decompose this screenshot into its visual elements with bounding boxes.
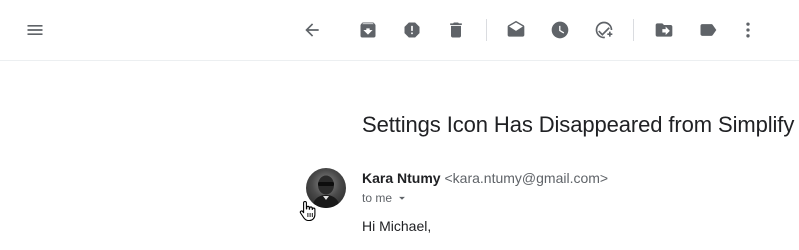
recipient-label: to me — [362, 191, 393, 205]
back-arrow-icon — [305, 23, 319, 37]
mark-unread-button[interactable] — [500, 14, 532, 46]
sender-name[interactable]: Kara Ntumy — [362, 170, 441, 186]
labels-icon — [700, 24, 717, 36]
snooze-icon — [551, 21, 569, 39]
mark-unread-icon — [507, 20, 525, 37]
add-to-tasks-button[interactable] — [588, 14, 620, 46]
recipient-details-toggle[interactable]: to me — [362, 191, 409, 205]
move-to-button[interactable] — [648, 14, 680, 46]
more-options-button[interactable] — [732, 14, 764, 46]
hand-pointer-cursor-icon — [299, 200, 316, 222]
sender-email: <kara.ntumy@gmail.com> — [444, 170, 609, 186]
move-to-icon — [655, 23, 673, 37]
back-button[interactable] — [296, 14, 328, 46]
labels-button[interactable] — [692, 14, 724, 46]
sender-line: Kara Ntumy <kara.ntumy@gmail.com> — [362, 170, 608, 186]
archive-icon — [360, 22, 376, 38]
add-to-tasks-icon — [595, 21, 613, 39]
email-body-greeting: Hi Michael, — [362, 218, 432, 234]
email-subject: Settings Icon Has Disappeared from Simpl… — [362, 112, 795, 137]
menu-icon — [27, 25, 43, 35]
toolbar-divider — [486, 19, 487, 41]
archive-button[interactable] — [352, 14, 384, 46]
more-options-icon — [746, 22, 750, 38]
report-spam-button[interactable] — [396, 14, 428, 46]
delete-button[interactable] — [440, 14, 472, 46]
delete-icon — [450, 22, 462, 38]
toolbar — [0, 0, 799, 61]
toolbar-divider — [633, 19, 634, 41]
chevron-down-icon — [399, 196, 405, 200]
report-spam-icon — [404, 22, 420, 38]
main-menu-button[interactable] — [19, 14, 51, 46]
snooze-button[interactable] — [544, 14, 576, 46]
